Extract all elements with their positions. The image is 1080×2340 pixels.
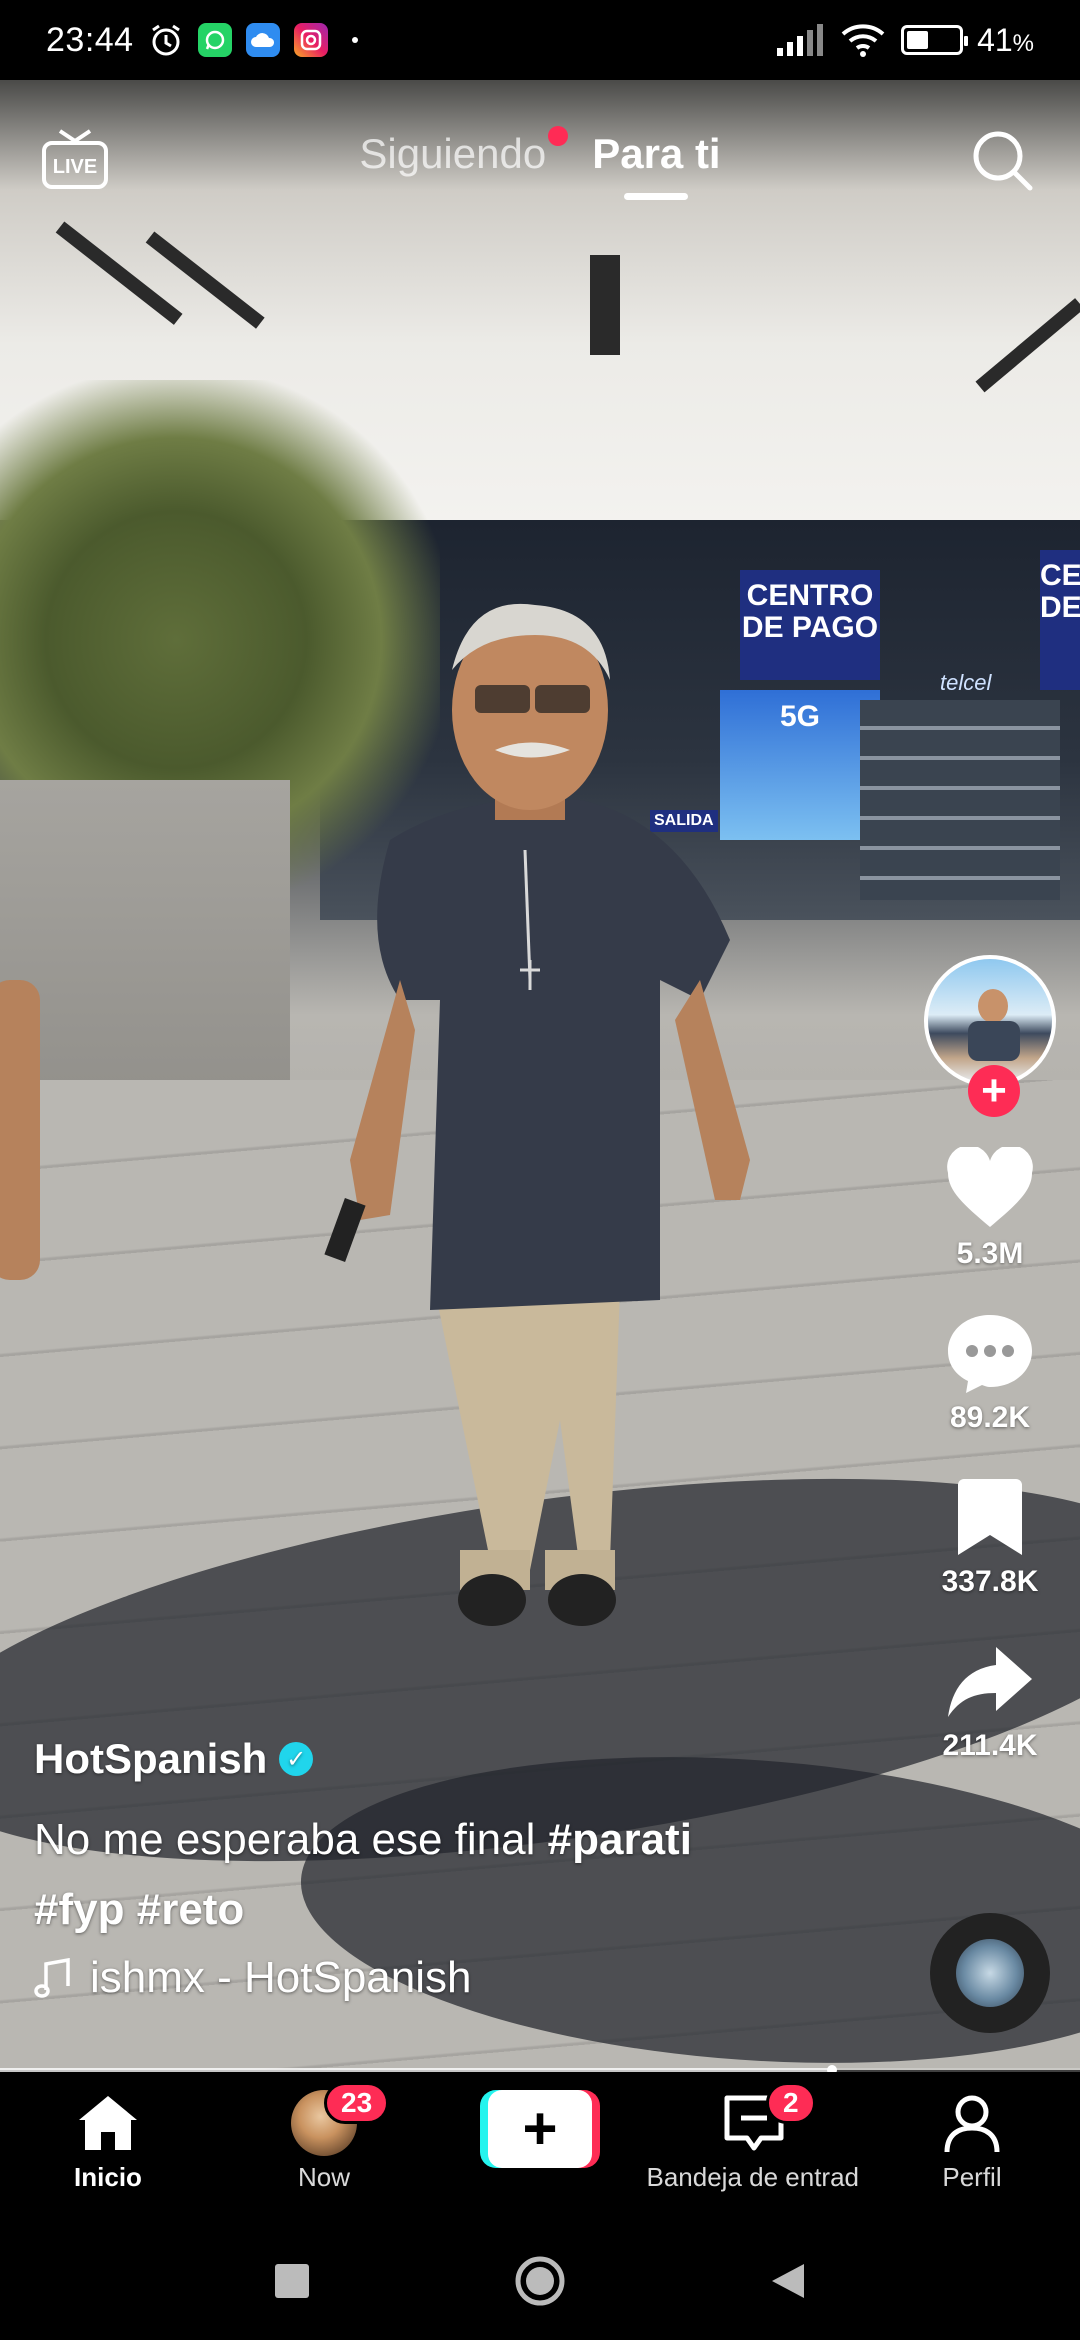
cloud-icon [245,23,280,57]
nav-now[interactable]: Now 23 [224,2082,424,2193]
nav-home-label: Inicio [74,2162,142,2192]
like-count: 5.3M [956,1237,1024,1270]
nav-profile-label: Perfil [942,2162,1002,2192]
operator-sign: telcel [940,670,992,695]
tab-following[interactable]: Siguiendo [359,126,569,178]
plus-icon: + [488,2090,592,2168]
whatsapp-icon [197,23,232,57]
share-count: 211.4K [942,1729,1038,1762]
nav-home[interactable]: Inicio [8,2090,208,2193]
profile-icon [944,2095,1000,2153]
instagram-icon [293,23,328,57]
create-button[interactable]: + [480,2090,600,2168]
video-person [324,603,750,1626]
bookmark-icon [958,1479,1022,1555]
back-button[interactable] [770,2262,806,2305]
action-rail: + 5.3M 89.2K 337.8K 211.4K [920,955,1060,1763]
nav-now-label: Now [297,2162,350,2192]
music-info[interactable]: ishmx - HotSpanish [34,1953,894,2003]
share-item[interactable]: 211.4K [942,1639,1038,1763]
tab-following-label: Siguiendo [359,130,547,177]
battery-icon [901,25,969,55]
creator-username[interactable]: HotSpanish ✓ [34,1735,894,1783]
circle-icon [515,2256,565,2306]
inbox-badge: 2 [766,2082,816,2124]
back-triangle-icon [772,2264,804,2298]
status-right: 41% [775,22,1034,59]
home-icon [79,2096,137,2150]
tab-for-you-label: Para ti [592,130,721,177]
square-icon [275,2264,309,2298]
tab-following-dot [548,126,569,146]
save-item[interactable]: 337.8K [941,1475,1039,1599]
store-sign-partial: CE DE [1040,550,1080,690]
tab-for-you[interactable]: Para ti [592,130,721,200]
nav-inbox-label: Bandeja de entrad [646,2162,860,2192]
music-note-icon [34,1958,70,1998]
signal-icon [777,24,824,56]
creator-avatar-wrap: + [924,955,1056,1117]
music-title: ishmx - HotSpanish [90,1953,472,2002]
comment-item[interactable]: 89.2K [944,1311,1036,1435]
music-disc[interactable] [930,1913,1050,2033]
home-system-button[interactable] [513,2254,567,2313]
notification-dot [351,37,358,43]
caption-text: No me esperaba ese final #parati #fyp #r… [34,1805,894,1945]
system-nav [0,2220,1080,2340]
feed-tabs: Siguiendo Para ti [0,126,1080,200]
comment-count: 89.2K [949,1401,1031,1434]
alarm-icon [151,24,180,56]
hashtag-parati[interactable]: #parati [548,1815,692,1864]
save-count: 337.8K [941,1565,1039,1598]
verified-badge-icon: ✓ [279,1742,314,1776]
nav-profile[interactable]: Perfil [872,2090,1072,2193]
recents-button[interactable] [275,2264,309,2298]
music-disc-cover [956,1939,1024,2007]
like-item[interactable]: 5.3M [944,1147,1036,1271]
search-button[interactable] [970,128,1034,192]
battery-percent: 41% [977,21,1034,58]
bottom-nav: Inicio Now 23 + Bandeja de entrad 2 Perf… [0,2072,1080,2220]
username-text: HotSpanish [34,1735,268,1782]
follow-button[interactable]: + [968,1065,1020,1117]
video-caption: HotSpanish ✓ No me esperaba ese final #p… [34,1735,894,2003]
caption-body: No me esperaba ese final [34,1815,548,1864]
share-icon [948,1647,1032,1717]
status-time: 23:44 [46,20,134,59]
heart-icon [947,1147,1033,1227]
hashtag-reto[interactable]: #reto [137,1885,245,1934]
nav-inbox[interactable]: Bandeja de entrad 2 [647,2082,859,2193]
status-app-icons [148,22,358,58]
hashtag-fyp[interactable]: #fyp [34,1885,124,1934]
now-badge: 23 [324,2082,390,2124]
status-bar: 23:44 41% [0,0,1080,80]
wifi-icon [841,24,885,57]
comment-icon [948,1315,1032,1393]
search-icon [973,131,1033,191]
